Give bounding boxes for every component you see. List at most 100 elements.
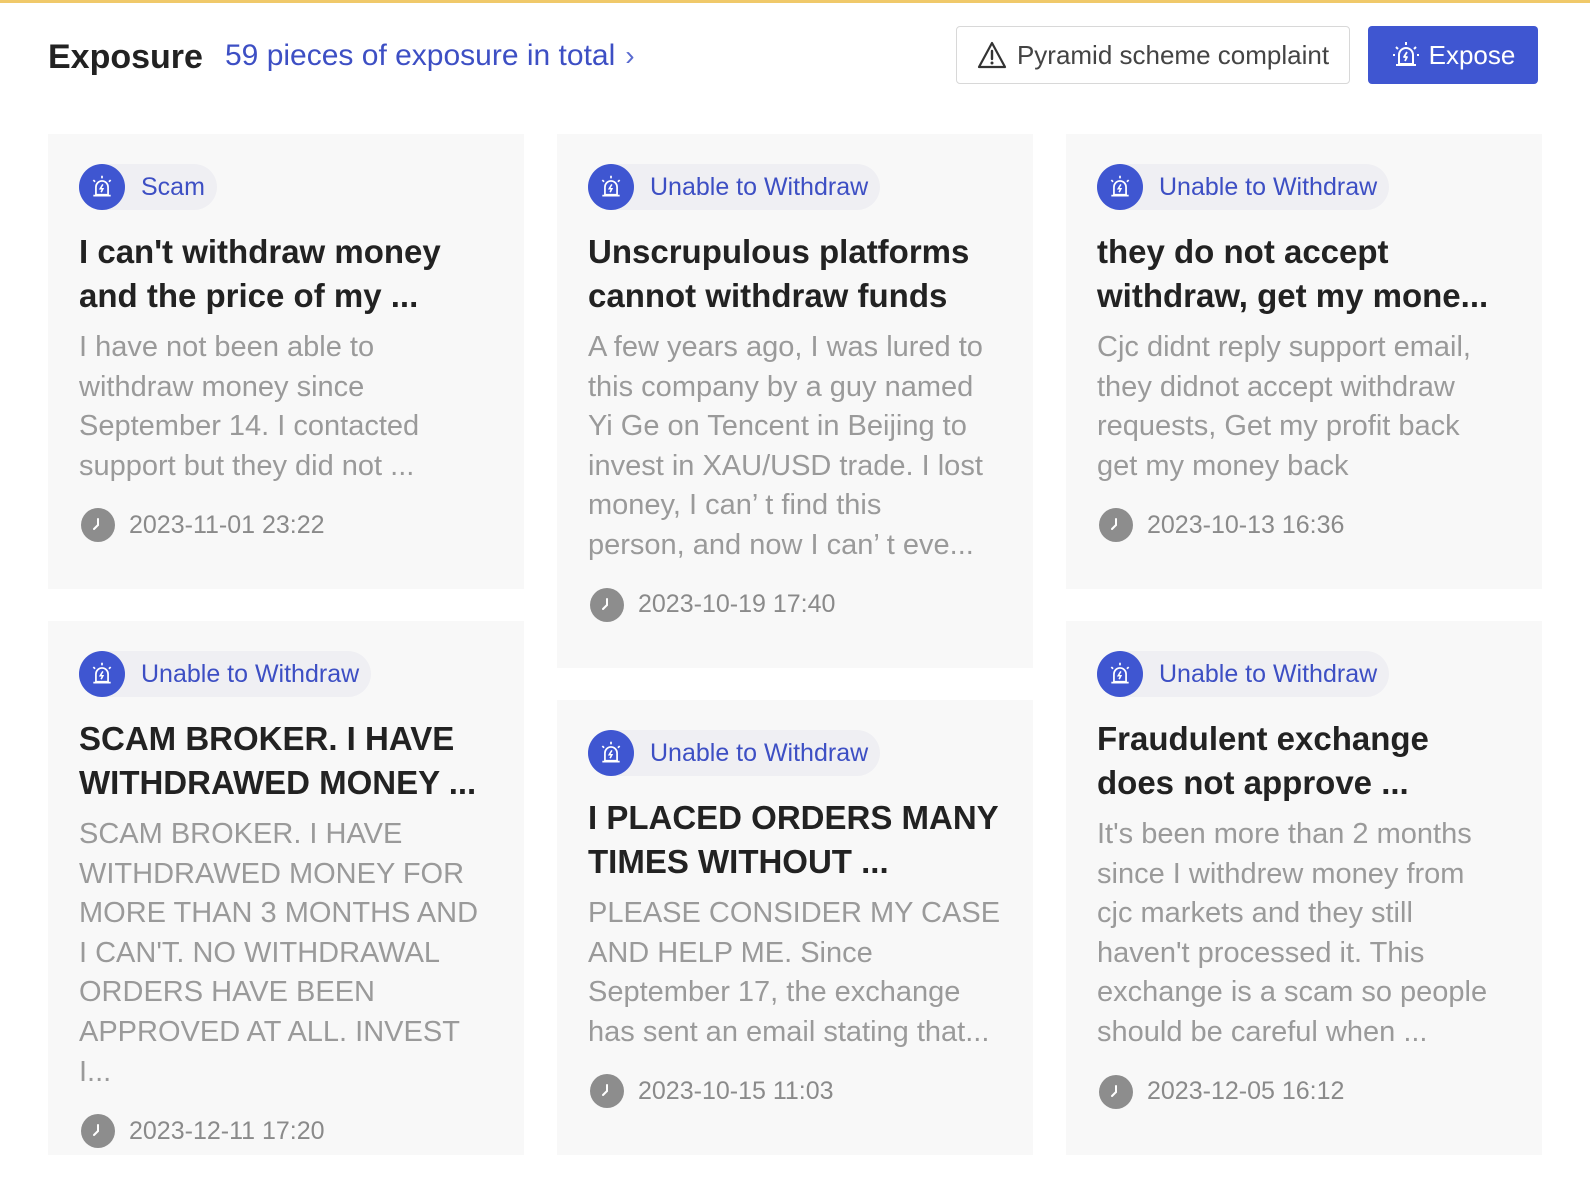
card-summary-line: haven't processed it. This xyxy=(1097,936,1425,969)
card-title-line: I can't withdraw money xyxy=(79,233,441,270)
exposure-card[interactable]: Unable to Withdraw they do not accept wi… xyxy=(1066,134,1542,589)
exposure-header: Exposure 59 pieces of exposure in total … xyxy=(48,26,1540,88)
card-timestamp: 2023-12-11 17:20 xyxy=(79,1114,492,1149)
card-title[interactable]: they do not accept withdraw, get my mone… xyxy=(1097,230,1510,318)
card-summary-line: MORE THAN 3 MONTHS AND xyxy=(79,897,479,930)
card-summary-line: Yi Ge on Tencent in Beijing to xyxy=(588,410,967,443)
card-title-line: they do not accept xyxy=(1097,233,1389,270)
card-summary-line: It's been more than 2 months xyxy=(1097,818,1472,850)
alarm-icon xyxy=(1097,651,1143,697)
expose-button[interactable]: Expose xyxy=(1368,26,1538,84)
card-summary-line: has sent an email stating that... xyxy=(588,1015,990,1048)
card-timestamp: 2023-10-13 16:36 xyxy=(1097,508,1510,543)
card-title[interactable]: I PLACED ORDERS MANY TIMES WITHOUT ... xyxy=(588,796,1001,884)
card-summary: It's been more than 2 months since I wit… xyxy=(1097,815,1510,1053)
card-summary-line: money, I can’ t find this xyxy=(588,489,882,522)
clock-icon xyxy=(81,508,115,543)
clock-icon xyxy=(590,1074,624,1109)
card-title-line: does not approve ... xyxy=(1097,764,1409,801)
card-timestamp: 2023-10-15 11:03 xyxy=(588,1074,1001,1109)
exposure-card[interactable]: Unable to Withdraw SCAM BROKER. I HAVE W… xyxy=(48,621,524,1155)
card-summary-line: they didnot accept withdraw xyxy=(1097,370,1455,403)
category-label: Unable to Withdraw xyxy=(141,659,360,688)
warning-icon xyxy=(977,41,1007,69)
expose-button-label: Expose xyxy=(1428,39,1516,70)
category-tag: Unable to Withdraw xyxy=(588,164,881,210)
alarm-icon xyxy=(588,164,634,210)
page-title: Exposure xyxy=(48,38,203,76)
category-tag: Unable to Withdraw xyxy=(588,730,881,776)
card-summary: I have not been able to withdraw money s… xyxy=(79,328,492,486)
card-summary: A few years ago, I was lured to this com… xyxy=(588,328,1001,566)
category-label: Unable to Withdraw xyxy=(1159,172,1378,201)
alarm-icon xyxy=(79,164,125,210)
card-summary-line: Cjc didnt reply support email, xyxy=(1097,331,1471,363)
category-label: Scam xyxy=(141,172,205,201)
alarm-icon xyxy=(588,730,634,776)
card-summary-line: I CAN'T. NO WITHDRAWAL xyxy=(79,936,441,969)
category-tag: Scam xyxy=(79,164,217,210)
card-title-line: WITHDRAWED MONEY ... xyxy=(79,764,477,801)
card-time-text: 2023-10-15 11:03 xyxy=(638,1076,834,1105)
card-summary-line: exchange is a scam so people xyxy=(1097,976,1488,1009)
card-summary-line: ORDERS HAVE BEEN xyxy=(79,976,375,1009)
card-title[interactable]: SCAM BROKER. I HAVE WITHDRAWED MONEY ... xyxy=(79,717,492,805)
alarm-icon xyxy=(1392,42,1419,66)
card-summary: Cjc didnt reply support email, they didn… xyxy=(1097,328,1510,486)
card-title[interactable]: Fraudulent exchange does not approve ... xyxy=(1097,717,1510,805)
card-time-text: 2023-12-05 16:12 xyxy=(1147,1077,1345,1106)
category-label: Unable to Withdraw xyxy=(650,738,869,767)
card-summary-line: since I withdrew money from xyxy=(1097,857,1465,890)
card-timestamp: 2023-12-05 16:12 xyxy=(1097,1074,1510,1109)
card-summary-line: PLEASE CONSIDER MY CASE xyxy=(588,897,1001,929)
clock-icon xyxy=(590,587,624,622)
card-time-text: 2023-10-19 17:40 xyxy=(638,590,836,619)
card-summary-line: support but they did not ... xyxy=(79,449,415,482)
total-exposure-link[interactable]: 59 pieces of exposure in total › xyxy=(225,39,635,73)
card-title-line: TIMES WITHOUT ... xyxy=(588,843,889,880)
clock-icon xyxy=(1099,1074,1133,1109)
card-title-line: Fraudulent exchange xyxy=(1097,720,1429,757)
card-summary-line: withdraw money since xyxy=(79,370,365,403)
card-summary-line: September 14. I contacted xyxy=(79,410,420,443)
card-timestamp: 2023-10-19 17:40 xyxy=(588,587,1001,622)
card-summary-line: invest in XAU/USD trade. I lost xyxy=(588,449,983,482)
card-summary-line: person, and now I can’ t eve... xyxy=(588,528,974,561)
category-label: Unable to Withdraw xyxy=(1159,659,1378,688)
card-summary-line: SCAM BROKER. I HAVE xyxy=(79,818,403,850)
card-summary: SCAM BROKER. I HAVE WITHDRAWED MONEY FOR… xyxy=(79,815,492,1092)
card-summary-line: this company by a guy named xyxy=(588,370,974,403)
total-exposure-label: 59 pieces of exposure in total xyxy=(225,39,616,72)
complaint-button-label: Pyramid scheme complaint xyxy=(1016,39,1330,70)
card-summary-line: should be careful when ... xyxy=(1097,1015,1428,1048)
card-title-line: I PLACED ORDERS MANY xyxy=(588,799,999,836)
card-title-line: Unscrupulous platforms xyxy=(588,233,970,270)
top-accent-bar xyxy=(0,0,1590,3)
card-summary-line: A few years ago, I was lured to xyxy=(588,331,983,363)
card-summary: PLEASE CONSIDER MY CASE AND HELP ME. Sin… xyxy=(588,894,1001,1052)
card-title[interactable]: I can't withdraw money and the price of … xyxy=(79,230,492,318)
card-summary-line: I have not been able to xyxy=(79,331,375,363)
card-summary-line: WITHDRAWED MONEY FOR xyxy=(79,857,465,890)
clock-icon xyxy=(1099,508,1133,543)
category-label: Unable to Withdraw xyxy=(650,172,869,201)
alarm-icon xyxy=(79,651,125,697)
exposure-card[interactable]: Unable to Withdraw I PLACED ORDERS MANY … xyxy=(557,700,1033,1155)
exposure-card[interactable]: Unable to Withdraw Fraudulent exchange d… xyxy=(1066,621,1542,1155)
exposure-card[interactable]: Scam I can't withdraw money and the pric… xyxy=(48,134,524,589)
category-tag: Unable to Withdraw xyxy=(79,651,372,697)
card-summary-line: APPROVED AT ALL. INVEST I... xyxy=(79,1015,460,1088)
alarm-icon xyxy=(1097,164,1143,210)
card-title-line: withdraw, get my mone... xyxy=(1097,277,1489,314)
card-timestamp: 2023-11-01 23:22 xyxy=(79,508,492,543)
card-summary-line: AND HELP ME. Since xyxy=(588,936,873,969)
exposure-card[interactable]: Unable to Withdraw Unscrupulous platform… xyxy=(557,134,1033,668)
card-summary-line: cjc markets and they still xyxy=(1097,897,1413,930)
category-tag: Unable to Withdraw xyxy=(1097,164,1390,210)
card-title-line: cannot withdraw funds xyxy=(588,277,948,314)
card-title[interactable]: Unscrupulous platforms cannot withdraw f… xyxy=(588,230,1001,318)
pyramid-complaint-button[interactable]: Pyramid scheme complaint xyxy=(956,26,1350,84)
card-summary-line: get my money back xyxy=(1097,449,1349,482)
card-time-text: 2023-10-13 16:36 xyxy=(1147,510,1345,539)
clock-icon xyxy=(81,1114,115,1149)
